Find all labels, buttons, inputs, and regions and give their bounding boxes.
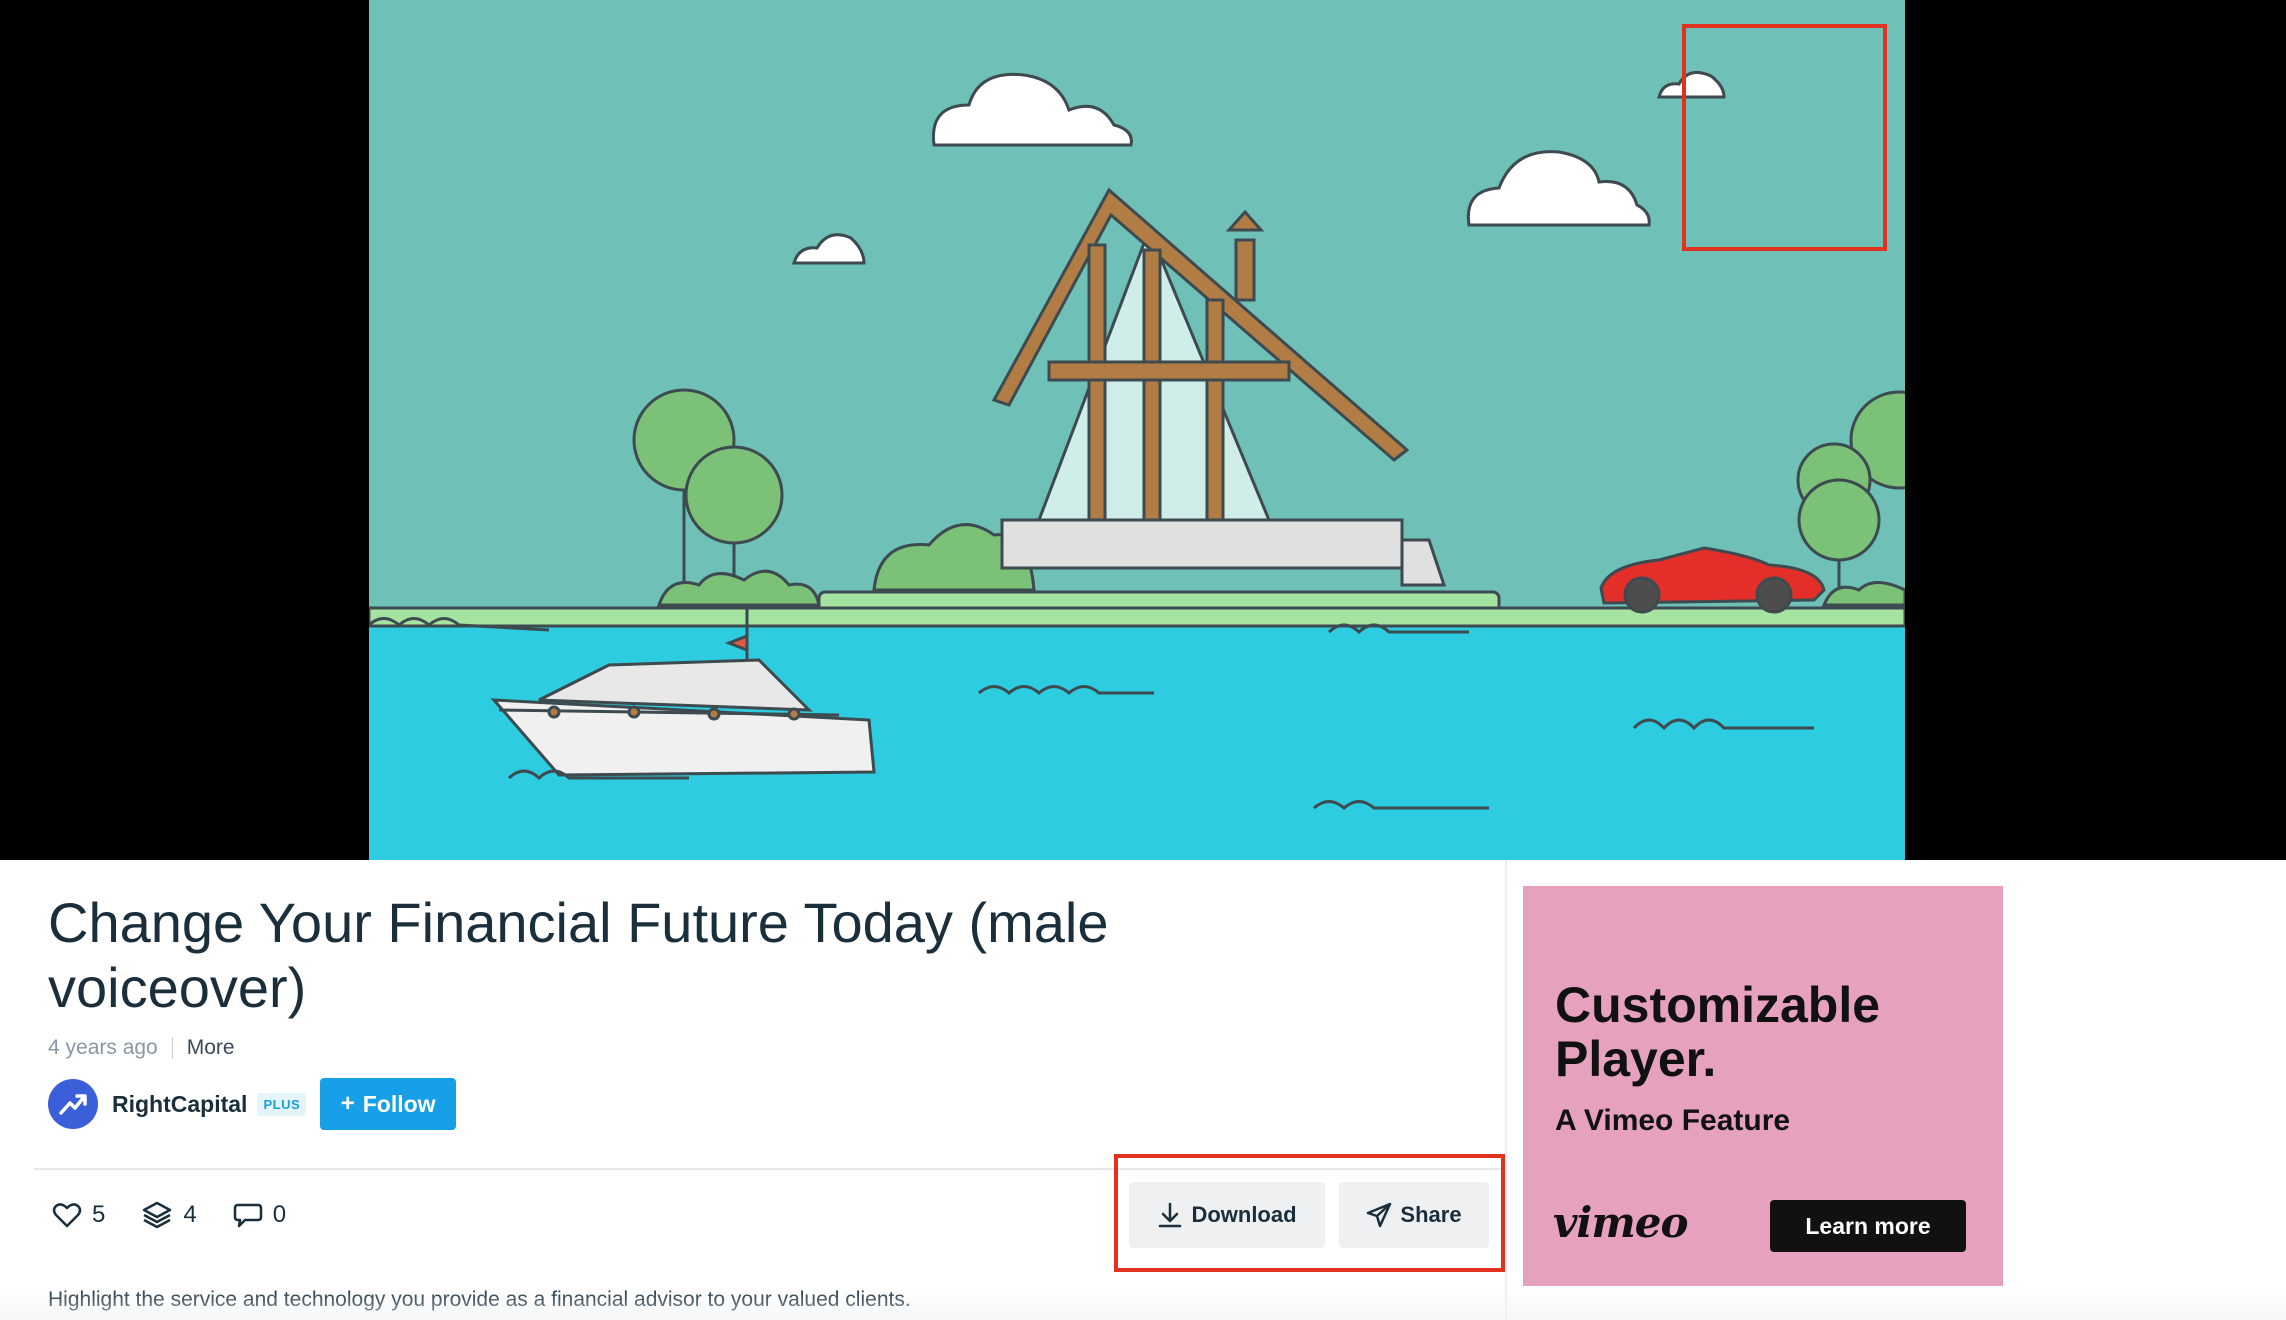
learn-more-button[interactable]: Learn more	[1770, 1200, 1966, 1252]
share-label: Share	[1400, 1202, 1462, 1227]
collection-count: 4	[183, 1201, 197, 1228]
share-button[interactable]: Share	[1339, 1182, 1489, 1248]
video-title: Change Your Financial Future Today (male…	[48, 891, 1109, 1019]
heart-icon	[52, 1203, 82, 1228]
plus-badge: PLUS	[257, 1092, 307, 1116]
layers-icon	[143, 1201, 172, 1229]
vimeo-logo: vimeo	[1553, 1198, 1689, 1247]
video-frame[interactable]	[369, 0, 1905, 860]
trending-up-icon	[59, 1094, 87, 1115]
comment-stat[interactable]: 0	[233, 1201, 286, 1229]
ad-title: Customizable Player.	[1555, 977, 1881, 1087]
send-icon	[1367, 1202, 1392, 1228]
ad-subtitle: A Vimeo Feature	[1555, 1104, 1791, 1137]
avatar[interactable]	[48, 1079, 98, 1129]
upload-age: 4 years ago	[48, 1036, 158, 1059]
vimeo-ad-banner[interactable]: Customizable Player. A Vimeo Feature vim…	[1523, 886, 2003, 1286]
column-divider	[1505, 860, 1507, 1320]
like-count: 5	[92, 1201, 106, 1228]
download-icon	[1159, 1202, 1182, 1228]
comment-icon	[233, 1203, 262, 1228]
video-meta: 4 years ago More	[48, 1036, 235, 1060]
video-info-panel: Change Your Financial Future Today (male…	[0, 860, 1505, 1320]
video-description: Highlight the service and technology you…	[48, 1288, 911, 1311]
follow-label: Follow	[362, 1090, 436, 1117]
download-button[interactable]: Download	[1129, 1182, 1325, 1248]
stats-divider	[34, 1168, 1505, 1170]
download-label: Download	[1191, 1202, 1297, 1227]
channel-name[interactable]: RightCapital	[112, 1091, 247, 1118]
video-still-illustration	[369, 0, 1905, 860]
meta-separator	[171, 1037, 173, 1059]
stats-row: 5 4 0	[52, 1200, 322, 1230]
like-stat[interactable]: 5	[52, 1201, 105, 1229]
more-link[interactable]: More	[187, 1036, 235, 1060]
collection-stat[interactable]: 4	[141, 1200, 197, 1230]
video-player[interactable]	[0, 0, 2286, 860]
follow-plus-icon: +	[340, 1090, 355, 1117]
comment-count: 0	[272, 1201, 287, 1228]
channel-row: RightCapital PLUS + Follow	[48, 1078, 457, 1130]
follow-button[interactable]: + Follow	[320, 1078, 457, 1130]
